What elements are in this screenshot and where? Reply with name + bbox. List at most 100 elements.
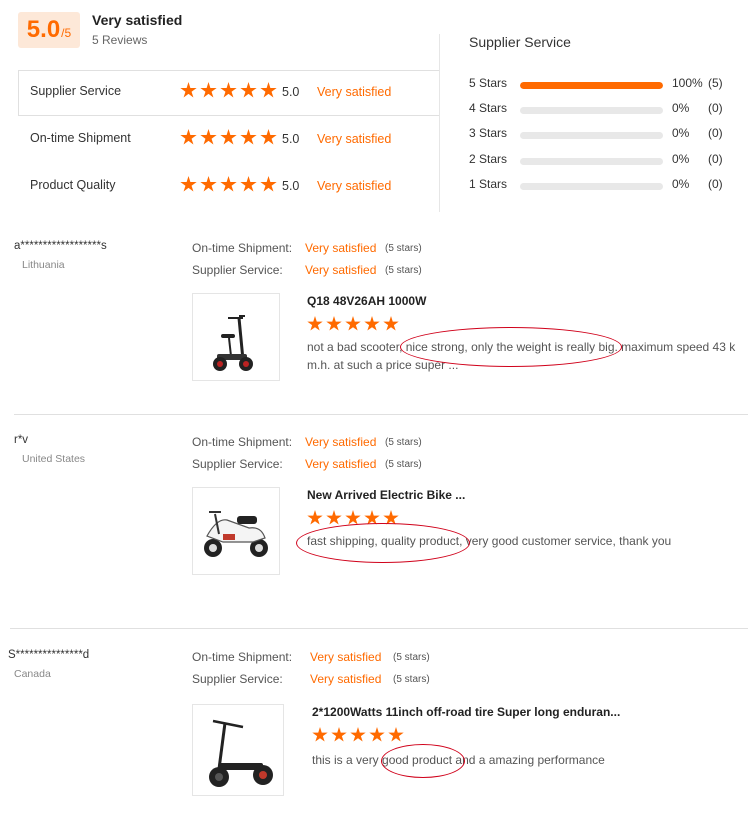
overall-score: 5.0 bbox=[26, 16, 61, 43]
breakdown-label: 1 Stars bbox=[469, 177, 508, 191]
supplier-stars: (5 stars) bbox=[385, 265, 422, 276]
ontime-stars: (5 stars) bbox=[385, 243, 422, 254]
breakdown-count: (0) bbox=[708, 177, 723, 191]
supplier-stars: (5 stars) bbox=[393, 674, 430, 685]
product-thumbnail[interactable] bbox=[192, 704, 284, 796]
overall-satisfaction: Very satisfied bbox=[92, 12, 183, 28]
breakdown-percent: 100% bbox=[672, 76, 703, 90]
score-denominator: /5 bbox=[61, 26, 72, 40]
supplier-label: Supplier Service: bbox=[192, 263, 283, 277]
review-rating bbox=[307, 316, 399, 332]
star-icon bbox=[369, 727, 385, 742]
offroad-scooter-image bbox=[209, 719, 273, 787]
supplier-value: Very satisfied bbox=[310, 672, 382, 686]
category-stars bbox=[180, 176, 277, 193]
breakdown-row-2: 2 Stars 0% (0) bbox=[469, 152, 739, 170]
category-name: Supplier Service bbox=[30, 84, 122, 98]
category-score: 5.0 bbox=[282, 179, 300, 193]
category-satisfaction: Very satisfied bbox=[317, 85, 392, 99]
category-score: 5.0 bbox=[282, 132, 300, 146]
annotation-ellipse bbox=[381, 744, 465, 778]
star-icon bbox=[260, 176, 277, 192]
star-icon bbox=[260, 129, 277, 145]
reviewer-country: Lithuania bbox=[22, 259, 65, 271]
star-icon bbox=[180, 82, 197, 98]
breakdown-count: (0) bbox=[708, 152, 723, 166]
breakdown-bar bbox=[520, 82, 663, 89]
star-icon bbox=[200, 129, 217, 145]
ontime-stars: (5 stars) bbox=[385, 437, 422, 448]
supplier-value: Very satisfied bbox=[305, 457, 377, 471]
star-icon bbox=[240, 82, 257, 98]
category-name: Product Quality bbox=[30, 178, 116, 192]
review-text-line: this is a very good product and a amazin… bbox=[312, 753, 605, 767]
star-icon bbox=[240, 129, 257, 145]
category-stars bbox=[180, 129, 277, 146]
review-count: 5 Reviews bbox=[92, 33, 148, 47]
breakdown-percent: 0% bbox=[672, 152, 690, 166]
product-title[interactable]: Q18 48V26AH 1000W bbox=[307, 294, 426, 308]
summary-divider bbox=[439, 34, 440, 212]
supplier-stars: (5 stars) bbox=[385, 459, 422, 470]
category-row-product-quality[interactable]: Product Quality 5.0 Very satisfied bbox=[18, 164, 439, 210]
star-icon bbox=[383, 316, 399, 331]
star-icon bbox=[220, 129, 237, 145]
reviewer-name: r*v bbox=[14, 434, 29, 446]
star-icon bbox=[200, 82, 217, 98]
ontime-value: Very satisfied bbox=[310, 650, 382, 664]
reviewer-name: a******************s bbox=[14, 240, 107, 252]
product-title[interactable]: New Arrived Electric Bike ... bbox=[307, 488, 465, 502]
category-name: On-time Shipment bbox=[30, 131, 131, 145]
breakdown-label: 2 Stars bbox=[469, 152, 508, 166]
product-title[interactable]: 2*1200Watts 11inch off-road tire Super l… bbox=[312, 705, 620, 719]
category-row-supplier-service[interactable]: Supplier Service 5.0 Very satisfied bbox=[18, 70, 439, 116]
category-row-on-time-shipment[interactable]: On-time Shipment 5.0 Very satisfied bbox=[18, 117, 439, 163]
review-separator bbox=[14, 414, 748, 415]
category-satisfaction: Very satisfied bbox=[317, 132, 392, 146]
product-thumbnail[interactable] bbox=[192, 487, 280, 575]
star-icon bbox=[220, 176, 237, 192]
star-icon bbox=[220, 82, 237, 98]
star-icon bbox=[240, 176, 257, 192]
breakdown-count: (0) bbox=[708, 126, 723, 140]
breakdown-count: (0) bbox=[708, 101, 723, 115]
ontime-label: On-time Shipment: bbox=[192, 650, 293, 664]
ontime-value: Very satisfied bbox=[305, 435, 377, 449]
category-score: 5.0 bbox=[282, 85, 300, 99]
breakdown-label: 4 Stars bbox=[469, 101, 508, 115]
star-icon bbox=[364, 316, 380, 331]
breakdown-row-3: 3 Stars 0% (0) bbox=[469, 126, 739, 144]
supplier-label: Supplier Service: bbox=[192, 457, 283, 471]
star-icon bbox=[326, 316, 342, 331]
breakdown-title: Supplier Service bbox=[469, 34, 571, 50]
supplier-label: Supplier Service: bbox=[192, 672, 283, 686]
review-separator bbox=[10, 628, 748, 629]
breakdown-row-1: 1 Stars 0% (0) bbox=[469, 177, 739, 195]
star-icon bbox=[307, 316, 323, 331]
star-icon bbox=[180, 176, 197, 192]
product-thumbnail[interactable] bbox=[192, 293, 280, 381]
ontime-stars: (5 stars) bbox=[393, 652, 430, 663]
breakdown-bar bbox=[520, 132, 663, 139]
reviewer-country: United States bbox=[22, 453, 86, 465]
breakdown-label: 3 Stars bbox=[469, 126, 508, 140]
breakdown-bar bbox=[520, 107, 663, 114]
star-icon bbox=[345, 316, 361, 331]
category-satisfaction: Very satisfied bbox=[317, 179, 392, 193]
ontime-value: Very satisfied bbox=[305, 241, 377, 255]
review-text: this is a very good product and a amazin… bbox=[312, 751, 742, 769]
breakdown-percent: 0% bbox=[672, 126, 690, 140]
breakdown-bar bbox=[520, 183, 663, 190]
annotation-ellipse bbox=[400, 327, 622, 367]
ontime-label: On-time Shipment: bbox=[192, 435, 293, 449]
star-icon bbox=[326, 510, 342, 525]
breakdown-row-5: 5 Stars 100% (5) bbox=[469, 76, 739, 94]
star-icon bbox=[350, 727, 366, 742]
star-icon bbox=[260, 82, 277, 98]
review-rating bbox=[312, 727, 404, 743]
breakdown-percent: 0% bbox=[672, 177, 690, 191]
star-icon bbox=[180, 129, 197, 145]
star-icon bbox=[388, 727, 404, 742]
breakdown-row-4: 4 Stars 0% (0) bbox=[469, 101, 739, 119]
star-icon bbox=[331, 727, 347, 742]
